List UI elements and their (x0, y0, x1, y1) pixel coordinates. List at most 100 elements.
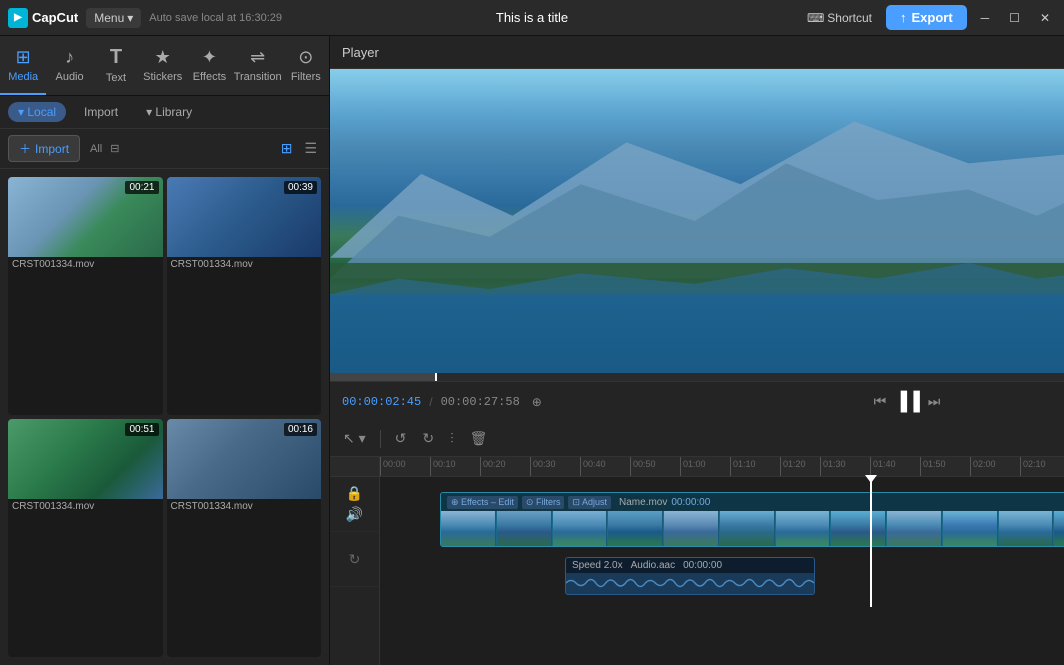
undo-button[interactable]: ↺ (390, 427, 412, 450)
filmstrip-frame (497, 511, 552, 546)
menu-button[interactable]: Menu ▾ (86, 8, 141, 28)
color-picker-icon[interactable]: ⊕ (532, 395, 542, 409)
skip-forward-button[interactable]: ⏭ (928, 393, 941, 410)
clip-name: Name.mov (619, 497, 667, 508)
pause-button[interactable]: ▐▐ (894, 391, 920, 412)
audio-name: Audio.aac (631, 560, 675, 571)
export-icon: ↑ (900, 10, 907, 25)
tab-library[interactable]: ▾ Library (136, 102, 202, 122)
filmstrip-frame (776, 511, 831, 546)
tab-local[interactable]: ▾ Local (8, 102, 66, 122)
ruler-tick: 01:20 (780, 457, 806, 477)
scrubber-progress (330, 373, 435, 381)
audio-clip[interactable]: Speed 2.0x Audio.aac 00:00:00 (565, 557, 815, 595)
redo-button[interactable]: ↻ (417, 427, 439, 450)
left-panel: ⊞ Media ♪ Audio T Text ★ Stickers ✦ Effe… (0, 36, 330, 665)
autosave-text: Auto save local at 16:30:29 (149, 12, 793, 24)
close-button[interactable]: ✕ (1034, 8, 1056, 28)
player-title: Player (342, 45, 1064, 60)
time-separator: / (429, 395, 432, 409)
import-button[interactable]: ＋ Import (8, 135, 80, 162)
transition-icon: ⇌ (250, 47, 265, 68)
toolbar-label-transition: Transition (234, 71, 282, 83)
import-label: Import (35, 142, 69, 156)
logo-text: CapCut (32, 10, 78, 25)
playhead[interactable] (870, 477, 872, 607)
toolbar-label-text: Text (106, 72, 126, 84)
ruler-tick: 01:10 (730, 457, 756, 477)
ruler-tick: 00:20 (480, 457, 506, 477)
clip-header: ⊕ Effects – Edit ⊙ Filters ⊡ Adjust Name… (441, 493, 1064, 511)
list-view-button[interactable]: ☰ (300, 138, 321, 159)
tab-import[interactable]: Import (74, 102, 128, 122)
all-label: All (90, 143, 102, 155)
center-panel: Player ⋯ (330, 36, 1064, 665)
keyboard-icon: ⌨ (807, 11, 824, 25)
time-current: 00:00:02:45 (342, 395, 421, 409)
grid-view-button[interactable]: ⊞ (277, 138, 297, 159)
media-icon: ⊞ (16, 47, 31, 68)
ruler-tick: 00:10 (430, 457, 456, 477)
media-duration: 00:39 (284, 181, 317, 194)
toolbar-item-stickers[interactable]: ★ Stickers (139, 36, 186, 95)
player-video (330, 69, 1064, 373)
ruler-tick: 01:40 (870, 457, 896, 477)
volume-icon[interactable]: 🔊 (346, 506, 363, 523)
toolbar-label-audio: Audio (55, 71, 83, 83)
toolbar-item-transition[interactable]: ⇌ Transition (233, 36, 283, 95)
filters-tag: ⊙ Filters (522, 496, 565, 509)
split-button[interactable]: ⫶ (445, 427, 459, 450)
audio-time: 00:00:00 (683, 560, 722, 571)
menu-label: Menu (94, 11, 124, 25)
toolbar-item-effects[interactable]: ✦ Effects (186, 36, 232, 95)
timeline-body: 🔒 🔊 ↻ 00:00 00:10 00:20 00:30 0 (330, 457, 1064, 665)
toolbar-item-filters[interactable]: ⊙ Filters (283, 36, 329, 95)
track-header-audio: ↻ (330, 532, 379, 587)
minimize-button[interactable]: ─ (975, 8, 996, 28)
lock-icon[interactable]: 🔒 (346, 485, 363, 502)
stickers-icon: ★ (155, 47, 171, 68)
delete-button[interactable]: 🗑 (465, 427, 493, 450)
app-logo: ▶ CapCut (8, 8, 78, 28)
media-controls: ＋ Import All ⊟ ⊞ ☰ (0, 129, 329, 169)
export-button[interactable]: ↑ Export (886, 5, 967, 30)
shortcut-button[interactable]: ⌨ Shortcut (801, 8, 878, 28)
project-title[interactable]: This is a title (496, 10, 568, 25)
toolbar-item-media[interactable]: ⊞ Media (0, 36, 46, 95)
media-item[interactable]: 00:16 CRST001334.mov (167, 419, 322, 657)
filter-icon[interactable]: ⊟ (110, 142, 119, 155)
media-filename: CRST001334.mov (8, 257, 163, 272)
toolbar-label-media: Media (8, 71, 38, 83)
media-toolbar: ⊞ Media ♪ Audio T Text ★ Stickers ✦ Effe… (0, 36, 329, 96)
timeline-scroll-area[interactable]: 00:00 00:10 00:20 00:30 00:40 00:50 01:0… (380, 457, 1064, 665)
media-duration: 00:21 (125, 181, 158, 194)
clock-icon[interactable]: ↻ (349, 551, 361, 568)
video-track: ⊕ Effects – Edit ⊙ Filters ⊡ Adjust Name… (440, 492, 1064, 547)
playhead-head (865, 475, 877, 483)
filters-icon: ⊙ (298, 47, 313, 68)
filmstrip-frame (441, 511, 496, 546)
toolbar-label-stickers: Stickers (143, 71, 182, 83)
media-item[interactable]: 00:39 CRST001334.mov (167, 177, 322, 415)
media-item[interactable]: 00:21 CRST001334.mov (8, 177, 163, 415)
toolbar-item-text[interactable]: T Text (93, 36, 139, 95)
filmstrip-frame (664, 511, 719, 546)
timeline-toolbar: ↖ ▾ ↺ ↻ ⫶ 🗑 🎤 🔗 ▬ ⛓ ⊣ − + (330, 421, 1064, 457)
ruler-tick: 02:10 (1020, 457, 1046, 477)
topbar-right: ⌨ Shortcut ↑ Export ─ ☐ ✕ (801, 5, 1056, 30)
adjust-tag: ⊡ Adjust (568, 496, 611, 509)
maximize-button[interactable]: ☐ (1003, 8, 1026, 28)
source-tabs: ▾ Local Import ▾ Library (0, 96, 329, 129)
skip-back-button[interactable]: ⏮ (874, 393, 887, 410)
timeline-ruler: 00:00 00:10 00:20 00:30 00:40 00:50 01:0… (380, 457, 1064, 477)
select-tool-button[interactable]: ↖ ▾ (338, 427, 371, 450)
toolbar-label-effects: Effects (193, 71, 226, 83)
player-scrubber-bar[interactable] (330, 373, 1064, 381)
media-item[interactable]: 00:51 CRST001334.mov (8, 419, 163, 657)
audio-waveform (566, 573, 814, 593)
track-sidebar: 🔒 🔊 ↻ (330, 457, 380, 665)
track-header-video: 🔒 🔊 (330, 477, 379, 532)
video-clip[interactable]: ⊕ Effects – Edit ⊙ Filters ⊡ Adjust Name… (440, 492, 1064, 547)
audio-speed: Speed 2.0x (572, 560, 623, 571)
toolbar-item-audio[interactable]: ♪ Audio (46, 36, 92, 95)
